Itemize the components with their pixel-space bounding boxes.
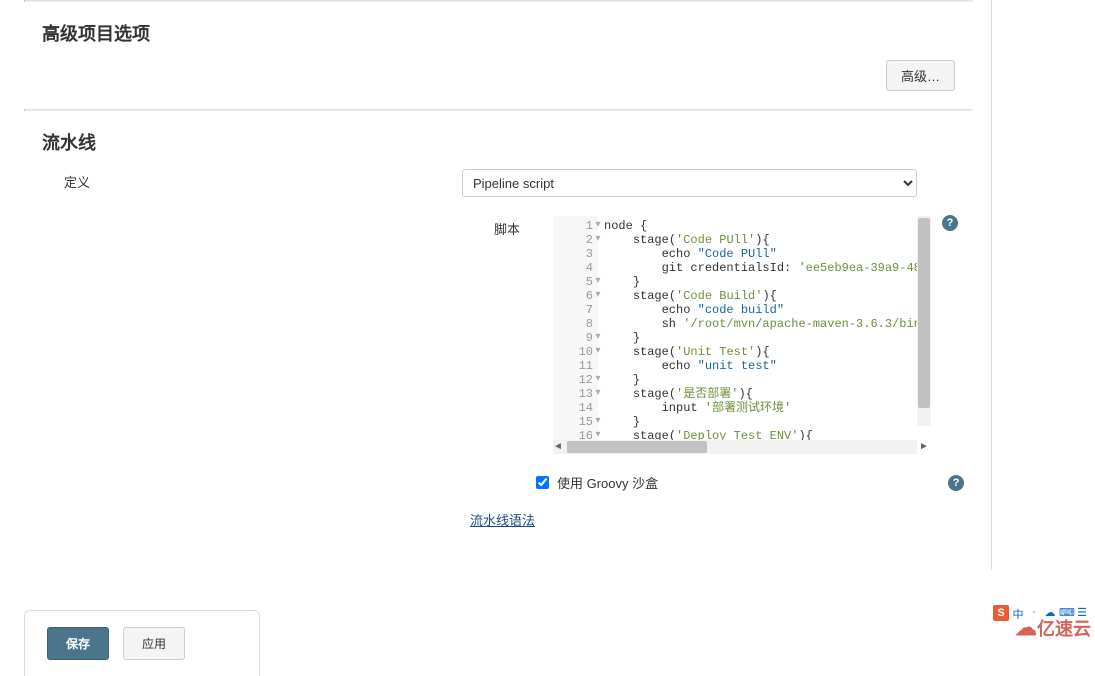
syntax-link-row: 流水线语法 <box>470 510 973 529</box>
apply-button[interactable]: 应用 <box>123 627 185 660</box>
help-icon[interactable]: ? <box>942 215 958 231</box>
pipeline-syntax-link[interactable]: 流水线语法 <box>470 513 535 528</box>
editor-code[interactable]: node { stage('Code PUll'){ echo "Code PU… <box>598 216 931 440</box>
advanced-button[interactable]: 高级… <box>886 60 955 91</box>
fold-icon[interactable]: ▾ <box>593 415 603 429</box>
groovy-sandbox-label[interactable]: 使用 Groovy 沙盒 <box>557 473 658 492</box>
fold-icon[interactable]: ▾ <box>593 289 603 303</box>
help-icon[interactable]: ? <box>948 475 964 491</box>
vertical-scroll-thumb[interactable] <box>918 218 930 408</box>
fold-icon[interactable]: ▾ <box>593 345 603 359</box>
editor-gutter: 1▾2▾345▾6▾789▾10▾1112▾13▾1415▾16▾1718 <box>553 216 598 440</box>
horizontal-scroll-thumb[interactable] <box>567 441 707 453</box>
script-label: 脚本 <box>494 215 534 238</box>
groovy-sandbox-checkbox[interactable] <box>536 476 549 489</box>
horizontal-scrollbar[interactable]: ◄ ► <box>553 440 917 454</box>
script-row: 脚本 1▾2▾345▾6▾789▾10▾1112▾13▾1415▾16▾1718… <box>24 215 973 455</box>
scroll-left-icon[interactable]: ◄ <box>553 442 563 452</box>
save-button-bar: 保存 应用 <box>24 610 260 676</box>
fold-icon[interactable]: ▾ <box>593 233 603 247</box>
divider <box>24 109 973 111</box>
watermark-logo: ☁亿速云 <box>1015 615 1091 641</box>
vertical-scrollbar[interactable] <box>917 216 931 426</box>
definition-select[interactable]: Pipeline script <box>462 169 917 197</box>
fold-icon[interactable]: ▾ <box>593 275 603 289</box>
ime-main-icon[interactable]: S <box>993 605 1009 621</box>
sandbox-row: 使用 Groovy 沙盒 ? <box>24 473 973 492</box>
divider <box>24 0 973 2</box>
advanced-button-row: 高级… <box>24 60 955 91</box>
definition-label: 定义 <box>64 169 124 191</box>
scroll-right-icon[interactable]: ► <box>919 442 929 452</box>
advanced-options-title: 高级项目选项 <box>42 20 973 46</box>
main-content: 高级项目选项 高级… 流水线 定义 Pipeline script 脚本 1▾2… <box>24 0 992 570</box>
fold-icon[interactable]: ▾ <box>593 387 603 401</box>
pipeline-title: 流水线 <box>42 129 973 155</box>
save-button[interactable]: 保存 <box>47 627 109 660</box>
fold-icon[interactable]: ▾ <box>593 429 603 440</box>
fold-icon[interactable]: ▾ <box>593 373 603 387</box>
script-editor[interactable]: 1▾2▾345▾6▾789▾10▾1112▾13▾1415▾16▾1718 no… <box>552 215 932 455</box>
fold-icon[interactable]: ▾ <box>593 219 603 233</box>
fold-icon[interactable]: ▾ <box>593 331 603 345</box>
definition-row: 定义 Pipeline script <box>24 169 973 197</box>
